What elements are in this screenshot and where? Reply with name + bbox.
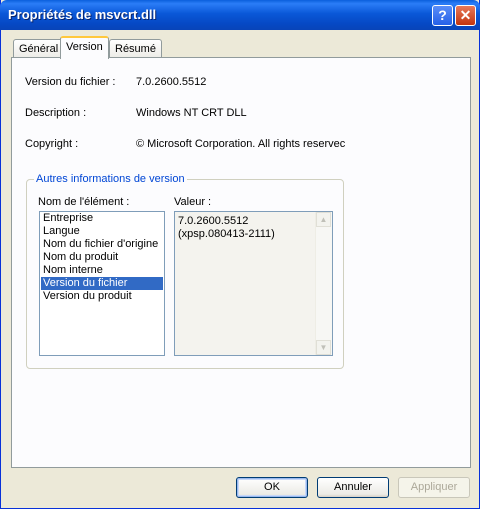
ok-button[interactable]: OK (236, 477, 308, 498)
title-bar[interactable]: Propriétés de msvcrt.dll ? ✕ (0, 0, 480, 30)
value-text: 7.0.2600.5512 (xpsp.080413-2111) (178, 215, 275, 241)
scroll-up-button[interactable]: ▲ (316, 212, 331, 227)
list-item[interactable]: Nom du produit (41, 251, 163, 264)
description-label: Description : (25, 107, 87, 119)
copyright-value: © Microsoft Corporation. All rights rese… (136, 138, 346, 150)
copyright-label: Copyright : (25, 138, 79, 150)
help-icon: ? (438, 7, 447, 23)
list-item[interactable]: Version du produit (41, 290, 163, 303)
version-panel: Version du fichier : 7.0.2600.5512 Descr… (11, 57, 471, 468)
file-version-value: 7.0.2600.5512 (136, 76, 207, 88)
list-item[interactable]: Langue (41, 225, 163, 238)
close-icon: ✕ (459, 7, 472, 23)
value-textbox[interactable]: 7.0.2600.5512 (xpsp.080413-2111) ▲ ▼ (174, 211, 333, 356)
help-button[interactable]: ? (432, 5, 453, 26)
item-name-header: Nom de l'élément : (38, 196, 130, 208)
list-item[interactable]: Nom interne (41, 264, 163, 277)
file-version-label: Version du fichier : (25, 76, 116, 88)
properties-dialog: Propriétés de msvcrt.dll ? ✕ Général Ver… (0, 0, 480, 509)
chevron-up-icon: ▲ (319, 215, 328, 224)
close-button[interactable]: ✕ (455, 5, 476, 26)
tab-general[interactable]: Général (13, 39, 65, 58)
apply-button[interactable]: Appliquer (398, 477, 470, 498)
description-value: Windows NT CRT DLL (136, 107, 247, 119)
list-item[interactable]: Entreprise (41, 212, 163, 225)
value-line: (xpsp.080413-2111) (178, 228, 275, 240)
cancel-button[interactable]: Annuler (317, 477, 389, 498)
item-name-listbox[interactable]: Entreprise Langue Nom du fichier d'origi… (39, 211, 165, 356)
value-header: Valeur : (174, 196, 212, 208)
group-title: Autres informations de version (34, 173, 187, 185)
chevron-down-icon: ▼ (319, 343, 328, 352)
scroll-down-button[interactable]: ▼ (316, 340, 331, 355)
tab-version[interactable]: Version (60, 36, 109, 59)
tab-summary[interactable]: Résumé (109, 39, 162, 58)
list-item-selected[interactable]: Version du fichier (41, 277, 163, 290)
window-title: Propriétés de msvcrt.dll (8, 7, 157, 22)
list-item[interactable]: Nom du fichier d'origine (41, 238, 163, 251)
vertical-scrollbar[interactable]: ▲ ▼ (315, 212, 332, 355)
value-line: 7.0.2600.5512 (178, 215, 249, 227)
